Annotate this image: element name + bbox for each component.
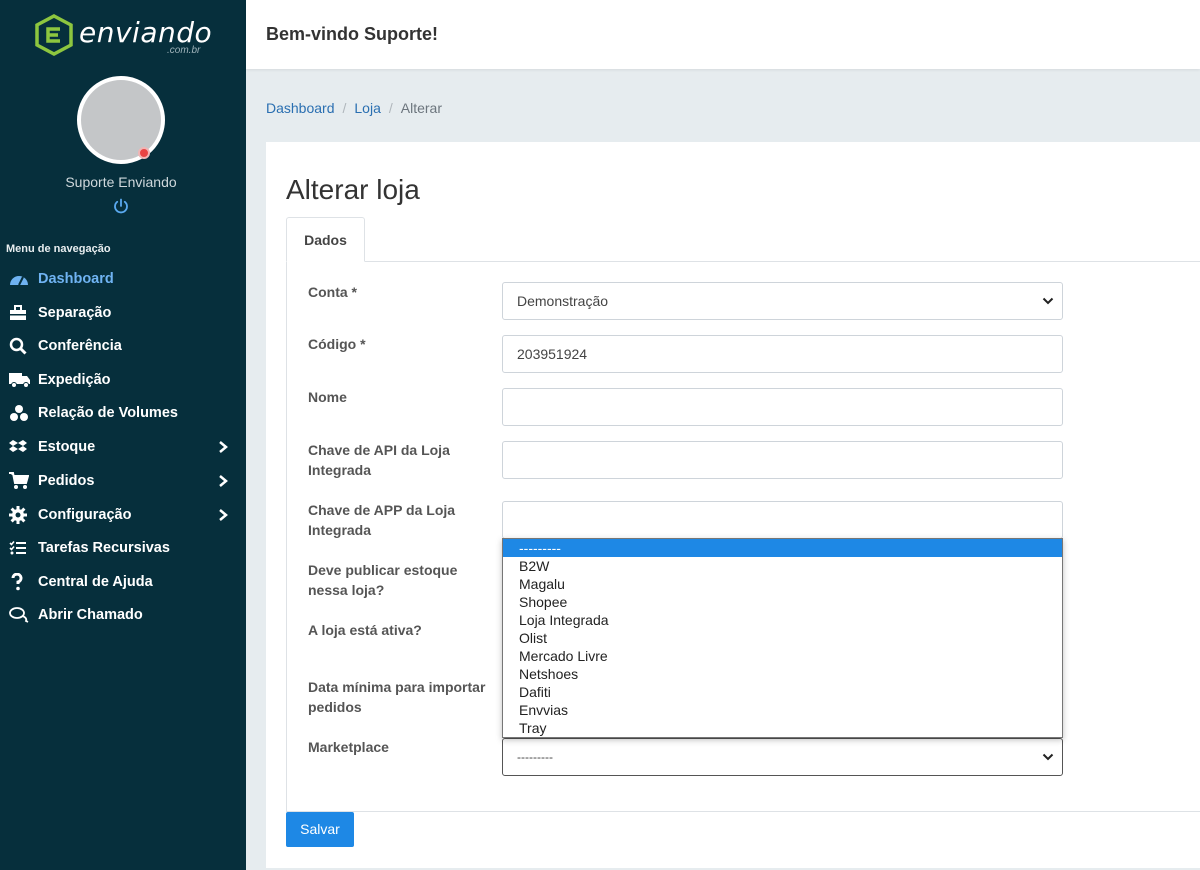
dropdown-option[interactable]: Mercado Livre [503, 647, 1062, 665]
dropbox-icon [0, 439, 38, 455]
breadcrumb-loja[interactable]: Loja [354, 100, 380, 116]
avatar[interactable] [77, 76, 165, 164]
power-icon[interactable] [112, 197, 130, 215]
estoque-label: Deve publicar estoque nessa loja? [308, 562, 458, 598]
brand-logo[interactable]: enviando .com.br [33, 14, 213, 58]
sidebar-item-label: Separação [38, 305, 112, 321]
breadcrumb-dashboard[interactable]: Dashboard [266, 100, 335, 116]
codigo-input[interactable]: 203951924 [502, 335, 1063, 373]
truck-icon [0, 372, 38, 388]
dropdown-option[interactable]: Dafiti [503, 683, 1062, 701]
tasks-icon [0, 540, 38, 556]
sidebar-item-relacao-volumes[interactable]: Relação de Volumes [0, 398, 246, 428]
sidebar-item-label: Pedidos [38, 473, 95, 489]
app-key-label: Chave de APP da Loja Integrada [308, 502, 456, 538]
topbar: Bem-vindo Suporte! [246, 0, 1200, 69]
sidebar-item-label: Central de Ajuda [38, 574, 153, 590]
dropdown-option[interactable]: B2W [503, 557, 1062, 575]
sidebar-item-conferencia[interactable]: Conferência [0, 331, 246, 361]
marketplace-select[interactable]: --------- [502, 738, 1063, 776]
sidebar-item-ajuda[interactable]: Central de Ajuda [0, 567, 246, 597]
sidebar-item-estoque[interactable]: Estoque [0, 432, 246, 462]
breadcrumb-separator: / [342, 100, 347, 116]
codigo-label: Código * [308, 336, 366, 352]
nome-input[interactable] [502, 388, 1063, 426]
logo-icon [35, 14, 73, 56]
nome-label: Nome [308, 389, 347, 405]
data-minima-label: Data mínima para importar pedidos [308, 679, 486, 715]
chevron-right-icon [219, 441, 228, 453]
sidebar-item-label: Relação de Volumes [38, 405, 178, 421]
marketplace-value: --------- [517, 750, 553, 764]
sidebar-item-label: Abrir Chamado [38, 607, 143, 623]
dropdown-option[interactable]: Envvias [503, 701, 1062, 719]
menu-title: Menu de navegação [6, 243, 111, 255]
sidebar-item-expedicao[interactable]: Expedição [0, 365, 246, 395]
api-key-input[interactable] [502, 441, 1063, 479]
chevron-right-icon [219, 475, 228, 487]
sidebar-item-label: Expedição [38, 372, 111, 388]
breadcrumb-separator: / [388, 100, 393, 116]
sidebar-item-label: Tarefas Recursivas [38, 540, 170, 556]
dropdown-option[interactable]: Tray [503, 719, 1062, 737]
sidebar-item-dashboard[interactable]: Dashboard [0, 264, 246, 294]
sidebar-item-label: Dashboard [38, 271, 114, 287]
chevron-down-icon [1042, 753, 1054, 761]
user-name: Suporte Enviando [65, 174, 177, 190]
boxes-icon [0, 404, 38, 422]
brand-suffix: .com.br [167, 45, 201, 56]
breadcrumb: Dashboard / Loja / Alterar [266, 100, 442, 116]
sidebar-item-label: Configuração [38, 507, 132, 523]
sidebar-item-pedidos[interactable]: Pedidos [0, 466, 246, 496]
comments-icon [0, 607, 38, 623]
sidebar-item-label: Conferência [38, 338, 122, 354]
api-key-label: Chave de API da Loja Integrada [308, 442, 450, 478]
question-icon [0, 573, 38, 591]
breadcrumb-current: Alterar [400, 100, 442, 116]
welcome-text: Bem-vindo Suporte! [266, 24, 439, 44]
form-card: Alterar loja Dados Conta * Demonstração … [266, 142, 1200, 868]
tab-dados[interactable]: Dados [286, 217, 365, 262]
dropdown-option[interactable]: Netshoes [503, 665, 1062, 683]
dropdown-option[interactable]: Loja Integrada [503, 611, 1062, 629]
sidebar-item-configuracao[interactable]: Configuração [0, 500, 246, 530]
search-icon [0, 337, 38, 355]
sidebar-item-tarefas[interactable]: Tarefas Recursivas [0, 533, 246, 563]
marketplace-label: Marketplace [308, 739, 389, 755]
conta-select[interactable]: Demonstração [502, 282, 1063, 320]
status-dot [138, 147, 150, 159]
chevron-down-icon [1042, 297, 1054, 305]
sidebar-item-chamado[interactable]: Abrir Chamado [0, 600, 246, 630]
save-button[interactable]: Salvar [286, 812, 354, 847]
dashboard-icon [0, 271, 38, 287]
cart-icon [0, 472, 38, 490]
gear-icon [0, 506, 38, 524]
toolbox-icon [0, 305, 38, 321]
dropdown-option[interactable]: Olist [503, 629, 1062, 647]
dropdown-option[interactable]: Magalu [503, 575, 1062, 593]
chevron-right-icon [219, 509, 228, 521]
app-key-input[interactable] [502, 501, 1063, 539]
conta-value: Demonstração [517, 293, 609, 309]
dropdown-option[interactable]: --------- [503, 539, 1062, 557]
sidebar-item-label: Estoque [38, 439, 96, 455]
sidebar: enviando .com.br Suporte Enviando Menu d… [0, 0, 246, 870]
ativa-label: A loja está ativa? [308, 622, 422, 638]
sidebar-item-separacao[interactable]: Separação [0, 298, 246, 328]
marketplace-dropdown[interactable]: --------- B2W Magalu Shopee Loja Integra… [502, 538, 1063, 738]
page-title: Alterar loja [286, 174, 420, 205]
codigo-value: 203951924 [517, 346, 588, 362]
dropdown-option[interactable]: Shopee [503, 593, 1062, 611]
conta-label: Conta * [308, 284, 357, 300]
